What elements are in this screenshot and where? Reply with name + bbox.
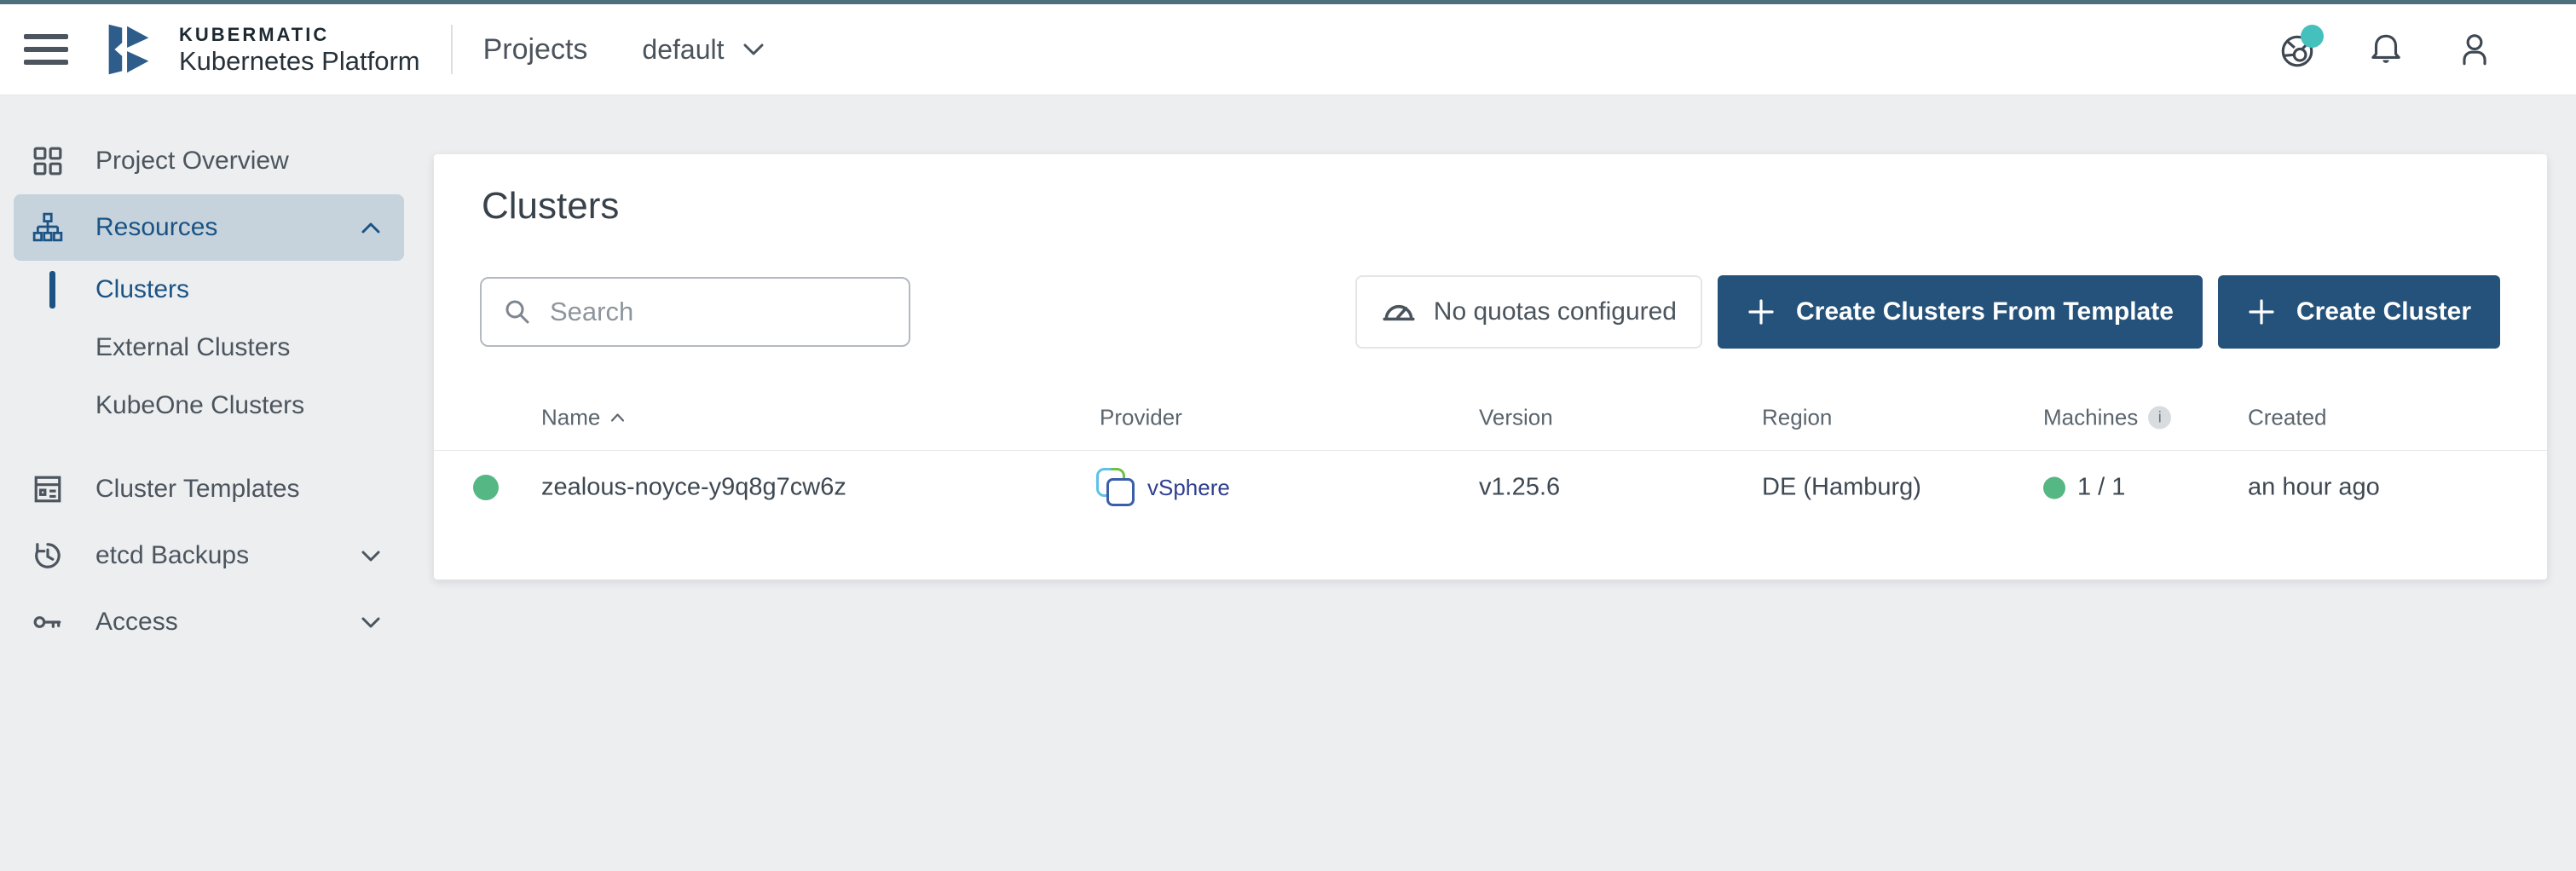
sidebar: Project Overview Resources Clusters [0, 95, 418, 871]
sidebar-spacer [0, 435, 418, 456]
search-input[interactable] [548, 296, 909, 328]
column-header-label: Machines [2043, 404, 2138, 430]
brand-subtitle: Kubernetes Platform [179, 48, 420, 74]
top-navbar: KUBERMATIC Kubernetes Platform Projects … [0, 4, 2576, 95]
gauge-icon [1381, 294, 1417, 330]
cluster-version: v1.25.6 [1479, 474, 1560, 502]
machines-status-dot [2043, 476, 2065, 499]
kubermatic-logo-icon [97, 18, 160, 81]
column-header-provider: Provider [1100, 404, 1182, 430]
sidebar-item-label: Access [95, 608, 178, 637]
projects-label: Projects [483, 33, 588, 66]
column-header-name[interactable]: Name [541, 404, 625, 430]
notifications-button[interactable] [2366, 30, 2406, 69]
column-header-label: Provider [1100, 404, 1182, 430]
column-header-label: Version [1479, 404, 1553, 430]
info-icon[interactable]: i [2148, 406, 2171, 429]
chevron-down-icon [361, 617, 380, 628]
column-header-label: Name [541, 404, 600, 430]
create-cluster-button[interactable]: Create Cluster [2218, 275, 2500, 349]
cluster-name: zealous-noyce-y9q8g7cw6z [541, 474, 846, 502]
column-header-created: Created [2248, 404, 2327, 430]
sidebar-item-external-clusters[interactable]: External Clusters [14, 319, 404, 377]
sidebar-item-label: Cluster Templates [95, 475, 300, 504]
key-icon [31, 607, 65, 637]
table-header-row: Name Provider Version Region Machines i … [434, 384, 2547, 450]
chevron-down-icon [361, 551, 380, 562]
sidebar-item-clusters[interactable]: Clusters [14, 261, 404, 319]
column-header-machines: Machines i [2043, 404, 2171, 430]
sort-asc-icon [610, 412, 625, 422]
chevron-down-icon [743, 43, 764, 56]
kubermatic-logo[interactable] [97, 18, 160, 81]
sidebar-item-kubeone-clusters[interactable]: KubeOne Clusters [14, 377, 404, 435]
active-indicator [49, 271, 55, 309]
sidebar-item-label: etcd Backups [95, 541, 249, 570]
cluster-provider: vSphere [1095, 467, 1230, 508]
chevron-up-icon [361, 222, 380, 234]
create-clusters-from-template-button[interactable]: Create Clusters From Template [1718, 275, 2203, 349]
notification-badge [2301, 25, 2324, 48]
sitemap-icon [31, 212, 65, 243]
cluster-status-dot [473, 475, 499, 500]
navbar-actions [2278, 30, 2494, 69]
sidebar-item-label: Resources [95, 213, 217, 242]
history-icon [31, 540, 65, 571]
quota-text: No quotas configured [1434, 297, 1677, 326]
column-header-version: Version [1479, 404, 1553, 430]
table-row[interactable]: zealous-noyce-y9q8g7cw6z vSphere v1.25.6… [434, 451, 2547, 524]
bell-icon [2366, 30, 2406, 69]
sidebar-item-access[interactable]: Access [14, 589, 404, 655]
navbar-divider [451, 25, 453, 74]
project-selector-value: default [642, 34, 724, 66]
project-selector[interactable]: default [642, 34, 763, 66]
sidebar-item-label: External Clusters [95, 333, 290, 362]
cluster-created: an hour ago [2248, 474, 2380, 502]
cluster-region: DE (Hamburg) [1762, 474, 1921, 502]
sidebar-item-cluster-templates[interactable]: Cluster Templates [14, 456, 404, 522]
machines-count: 1 / 1 [2077, 474, 2125, 502]
vsphere-icon [1095, 467, 1136, 508]
button-label: Create Clusters From Template [1796, 297, 2174, 326]
brand-text: KUBERMATIC Kubernetes Platform [179, 26, 420, 74]
clusters-card: Clusters No quotas configured [434, 154, 2547, 580]
plus-icon [2247, 297, 2276, 326]
template-icon [31, 474, 65, 505]
search-box [480, 277, 910, 347]
clusters-table: Name Provider Version Region Machines i … [434, 384, 2547, 524]
provider-label: vSphere [1147, 475, 1230, 501]
search-icon [502, 297, 533, 327]
sidebar-item-label: Project Overview [95, 147, 289, 176]
page-title: Clusters [482, 185, 2547, 228]
quota-widget: No quotas configured [1355, 275, 1702, 349]
brand-title: KUBERMATIC [179, 26, 420, 44]
button-label: Create Cluster [2296, 297, 2471, 326]
clusters-toolbar: No quotas configured Create Clusters Fro… [480, 275, 2500, 349]
column-header-label: Created [2248, 404, 2327, 430]
hamburger-menu-button[interactable] [24, 34, 68, 65]
user-menu-button[interactable] [2455, 30, 2494, 69]
plus-icon [1747, 297, 1776, 326]
changelog-button[interactable] [2278, 30, 2317, 69]
grid-icon [31, 146, 65, 176]
column-header-region: Region [1762, 404, 1832, 430]
sidebar-item-label: KubeOne Clusters [95, 391, 304, 420]
cluster-machines: 1 / 1 [2043, 474, 2125, 502]
column-header-label: Region [1762, 404, 1832, 430]
sidebar-item-resources[interactable]: Resources [14, 194, 404, 261]
user-icon [2455, 30, 2494, 69]
sidebar-item-label: Clusters [95, 275, 189, 304]
sidebar-item-project-overview[interactable]: Project Overview [14, 128, 404, 194]
sidebar-item-etcd-backups[interactable]: etcd Backups [14, 522, 404, 589]
